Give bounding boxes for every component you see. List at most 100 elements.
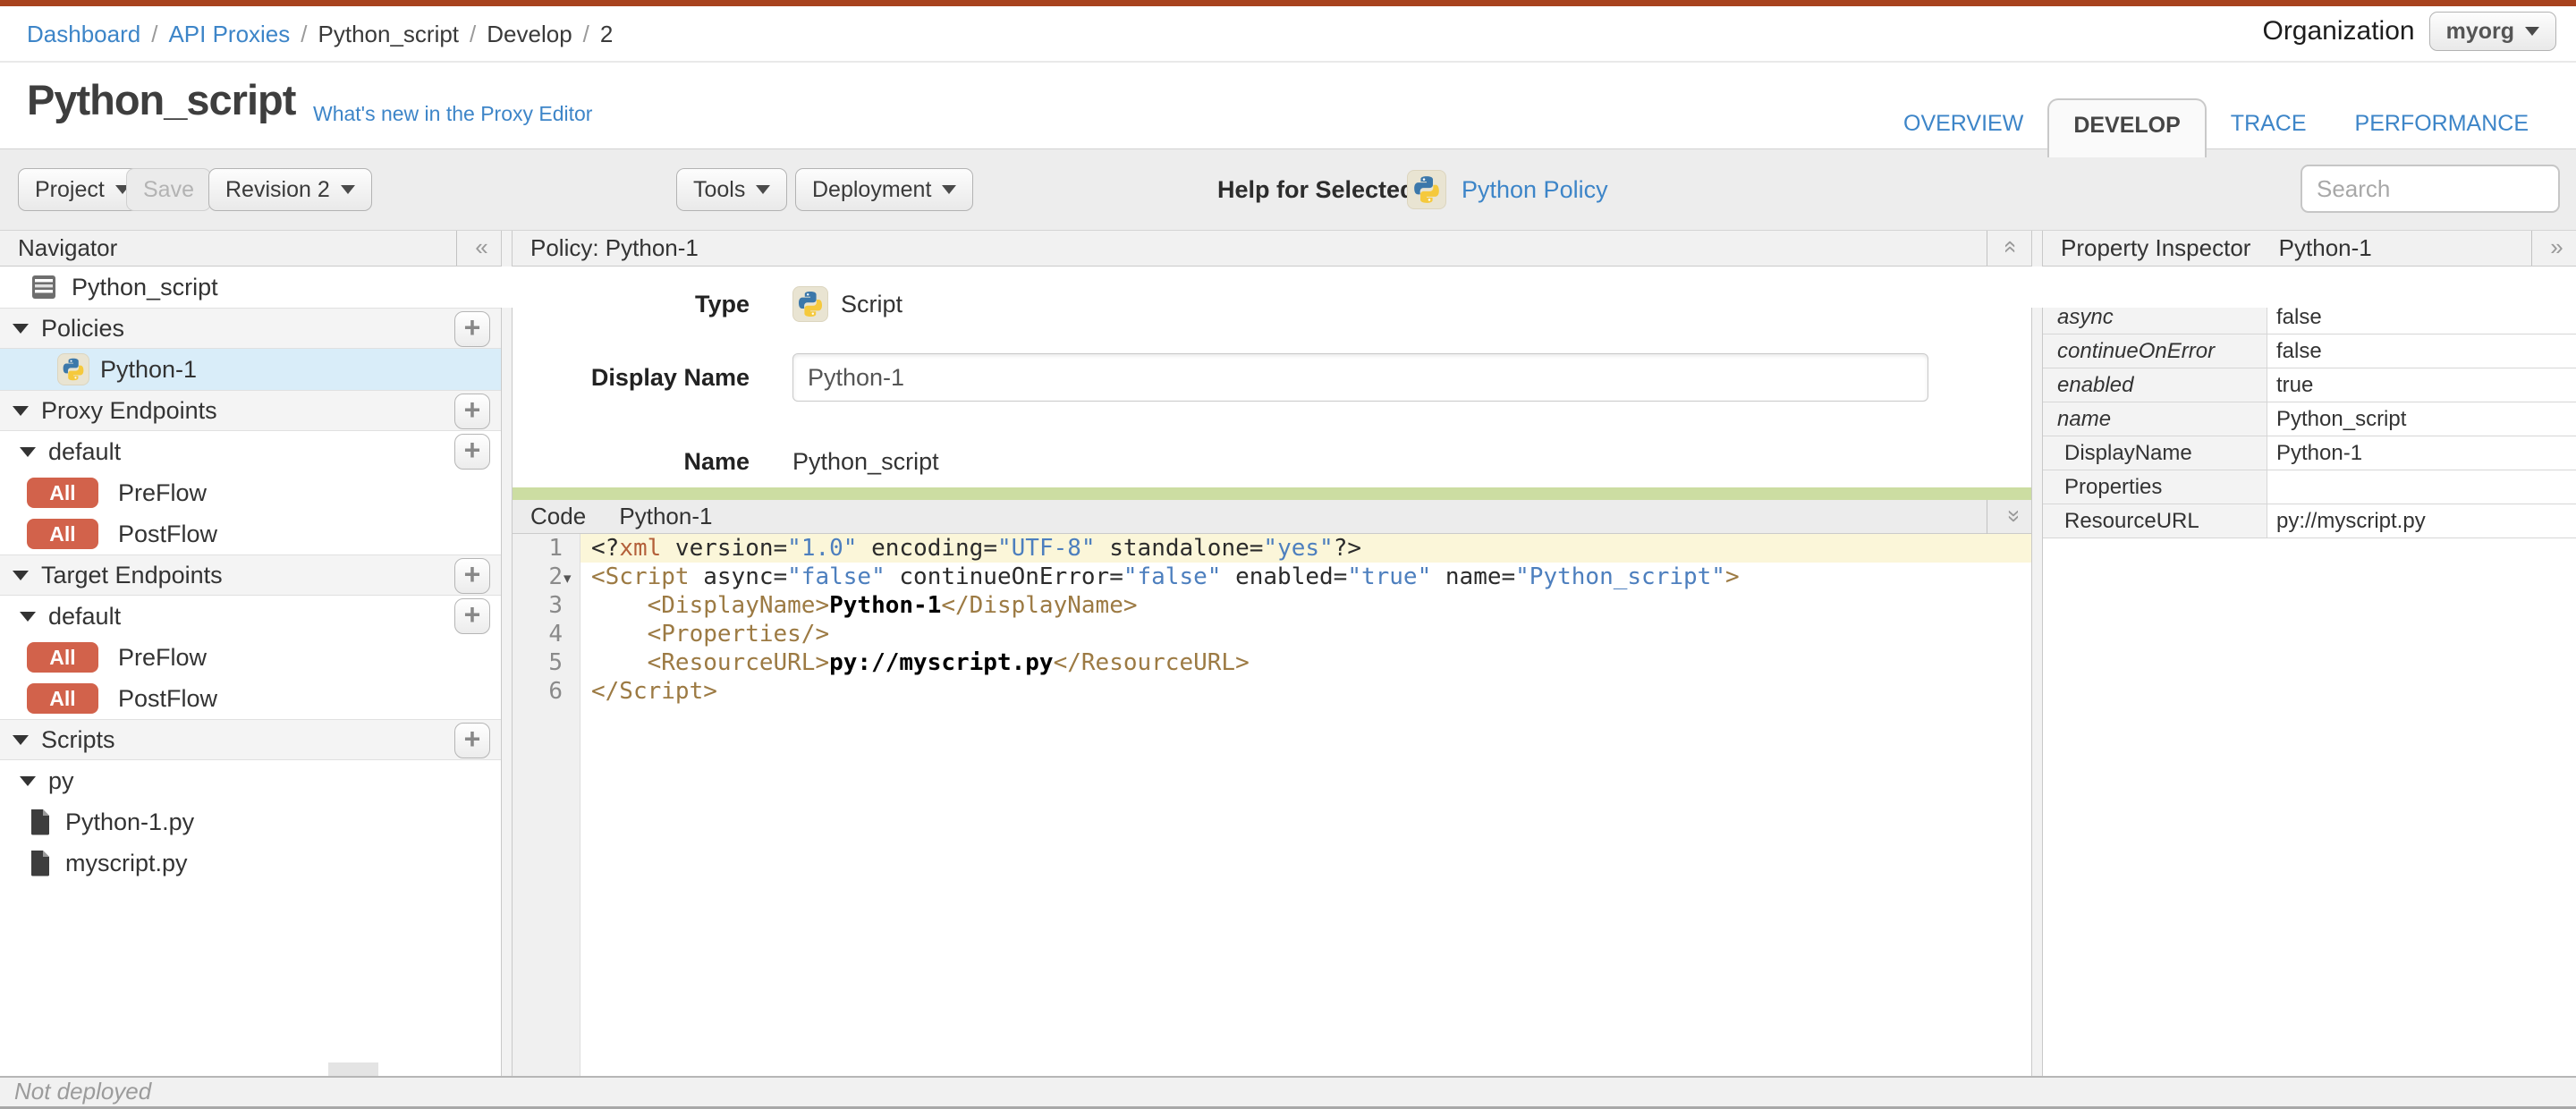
nav-item-target-endpoints[interactable]: Target Endpoints +: [0, 554, 501, 596]
navigator-hscrollbar-thumb[interactable]: [328, 1062, 378, 1076]
code-token: "true": [1347, 563, 1432, 590]
breadcrumb-item-api-proxies[interactable]: API Proxies: [168, 21, 290, 47]
type-row: Type Script: [513, 284, 902, 324]
add-button[interactable]: +: [454, 394, 490, 429]
brand-top-border: [0, 0, 2576, 6]
tab-bar: OVERVIEW DEVELOP TRACE PERFORMANCE: [1879, 98, 2553, 157]
add-button[interactable]: +: [454, 434, 490, 470]
nav-item-preflow-preflow[interactable]: All PreFlow: [0, 472, 501, 513]
display-name-input[interactable]: [792, 353, 1928, 402]
python-policy-help-link[interactable]: Python Policy: [1462, 149, 1608, 230]
property-value[interactable]: py://myscript.py: [2267, 504, 2576, 538]
property-value[interactable]: Python_script: [2267, 402, 2576, 436]
breadcrumb-separator: /: [301, 21, 308, 47]
tab-trace[interactable]: TRACE: [2207, 98, 2331, 148]
organization-box: Organization myorg: [2262, 12, 2556, 51]
breadcrumb-item-dashboard[interactable]: Dashboard: [27, 21, 140, 47]
tree-item-label: PreFlow: [118, 478, 208, 506]
toolbar: Project Save Revision 2 Tools Deployment…: [0, 148, 2576, 231]
chevron-down-icon: [756, 185, 771, 194]
nav-item-preflow-preflow[interactable]: All PreFlow: [0, 637, 501, 678]
code-line-1[interactable]: 1 <?xml version="1.0" encoding="UTF-8" st…: [513, 534, 2031, 563]
policy-code-splitter[interactable]: [513, 487, 2031, 500]
breadcrumb-item-python-script: Python_script: [318, 21, 460, 47]
code-header-label: Code: [530, 503, 587, 529]
property-value[interactable]: Python-1: [2267, 436, 2576, 470]
code-token: xml: [619, 535, 662, 562]
code-token: ?>: [1333, 535, 1362, 562]
breadcrumb: Dashboard / API Proxies / Python_script / Deve…: [27, 21, 613, 48]
revision-menu-button[interactable]: Revision 2: [208, 168, 372, 211]
tree-item-label: PreFlow: [118, 643, 208, 671]
tools-menu-button[interactable]: Tools: [676, 168, 788, 211]
whats-new-link[interactable]: What's new in the Proxy Editor: [313, 102, 592, 126]
code-token: async=: [689, 563, 788, 590]
breadcrumb-separator: /: [151, 21, 158, 47]
property-key: enabled: [2043, 368, 2267, 402]
property-value[interactable]: [2267, 470, 2576, 504]
code-token: </DisplayName>: [941, 592, 1138, 619]
add-button[interactable]: +: [454, 311, 490, 347]
code-line-5[interactable]: 5 <ResourceURL>py://myscript.py</Resourc…: [513, 648, 2031, 677]
tools-label: Tools: [693, 176, 746, 202]
code-token: "false": [1123, 563, 1222, 590]
nav-item-default[interactable]: default +: [0, 596, 501, 637]
organization-label: Organization: [2262, 16, 2415, 46]
tree-item-label: myscript.py: [65, 849, 188, 876]
nav-item-postflow-postflow[interactable]: All PostFlow: [0, 513, 501, 554]
nav-item-python-1-py[interactable]: Python-1.py: [0, 801, 501, 842]
nav-item-policies[interactable]: Policies +: [0, 308, 501, 349]
tab-performance[interactable]: PERFORMANCE: [2331, 98, 2553, 148]
organization-dropdown[interactable]: myorg: [2428, 12, 2556, 51]
line-number: 4: [548, 621, 563, 648]
tab-develop[interactable]: DEVELOP: [2047, 98, 2207, 157]
add-button[interactable]: +: [454, 723, 490, 758]
fold-caret-icon[interactable]: ▾: [564, 564, 572, 593]
expand-panel-icon[interactable]: »: [2531, 231, 2571, 266]
navigator-splitter[interactable]: [501, 231, 513, 1076]
code-editor[interactable]: 1 <?xml version="1.0" encoding="UTF-8" st…: [513, 534, 2031, 1076]
collapse-panel-icon[interactable]: «: [456, 231, 496, 266]
tree-item-label: Python-1.py: [65, 808, 195, 835]
property-value[interactable]: false: [2267, 334, 2576, 368]
type-label: Type: [694, 290, 750, 317]
line-number: 1: [548, 535, 563, 562]
code-token: "false": [787, 563, 886, 590]
code-line-4[interactable]: 4 <Properties/>: [513, 620, 2031, 648]
proxy-doc-icon: [30, 274, 57, 301]
nav-item-postflow-postflow[interactable]: All PostFlow: [0, 678, 501, 719]
python-icon: [1407, 170, 1446, 209]
property-inspector-title: Property Inspector: [2061, 234, 2251, 261]
property-inspector-splitter[interactable]: [2031, 231, 2043, 1076]
search-input[interactable]: [2301, 165, 2560, 213]
add-button[interactable]: +: [454, 598, 490, 634]
add-button[interactable]: +: [454, 558, 490, 594]
tab-overview[interactable]: OVERVIEW: [1879, 98, 2047, 148]
save-button[interactable]: Save: [126, 168, 211, 211]
property-key: ResourceURL: [2043, 504, 2267, 538]
nav-item-scripts[interactable]: Scripts +: [0, 719, 501, 760]
type-value: Script: [841, 290, 903, 317]
project-menu-label: Project: [35, 176, 105, 202]
property-row-enabled: enabled true: [2043, 368, 2576, 402]
code-line-2[interactable]: 2 ▾ <Script async="false" continueOnError=…: [513, 563, 2031, 591]
flow-condition-badge: All: [27, 683, 98, 714]
code-token: "1.0": [787, 535, 858, 562]
collapse-down-icon[interactable]: «: [1987, 500, 2026, 535]
code-line-3[interactable]: 3 <DisplayName>Python-1</DisplayName>: [513, 591, 2031, 620]
nav-item-py[interactable]: py: [0, 760, 501, 801]
nav-item-default[interactable]: default +: [0, 431, 501, 472]
nav-item-proxy-endpoints[interactable]: Proxy Endpoints +: [0, 390, 501, 431]
code-line-6[interactable]: 6 </Script>: [513, 677, 2031, 706]
tree-item-label: default: [48, 602, 122, 630]
code-token: standalone=: [1095, 535, 1264, 562]
property-value[interactable]: true: [2267, 368, 2576, 402]
navigator-title: Navigator: [18, 234, 118, 261]
nav-item-myscript-py[interactable]: myscript.py: [0, 842, 501, 884]
nav-item-python-1[interactable]: Python-1: [0, 349, 501, 390]
python-icon: [792, 286, 828, 322]
tree-item-label: Proxy Endpoints: [41, 396, 217, 424]
collapse-up-icon[interactable]: «: [1987, 231, 2026, 266]
deployment-menu-button[interactable]: Deployment: [795, 168, 974, 211]
